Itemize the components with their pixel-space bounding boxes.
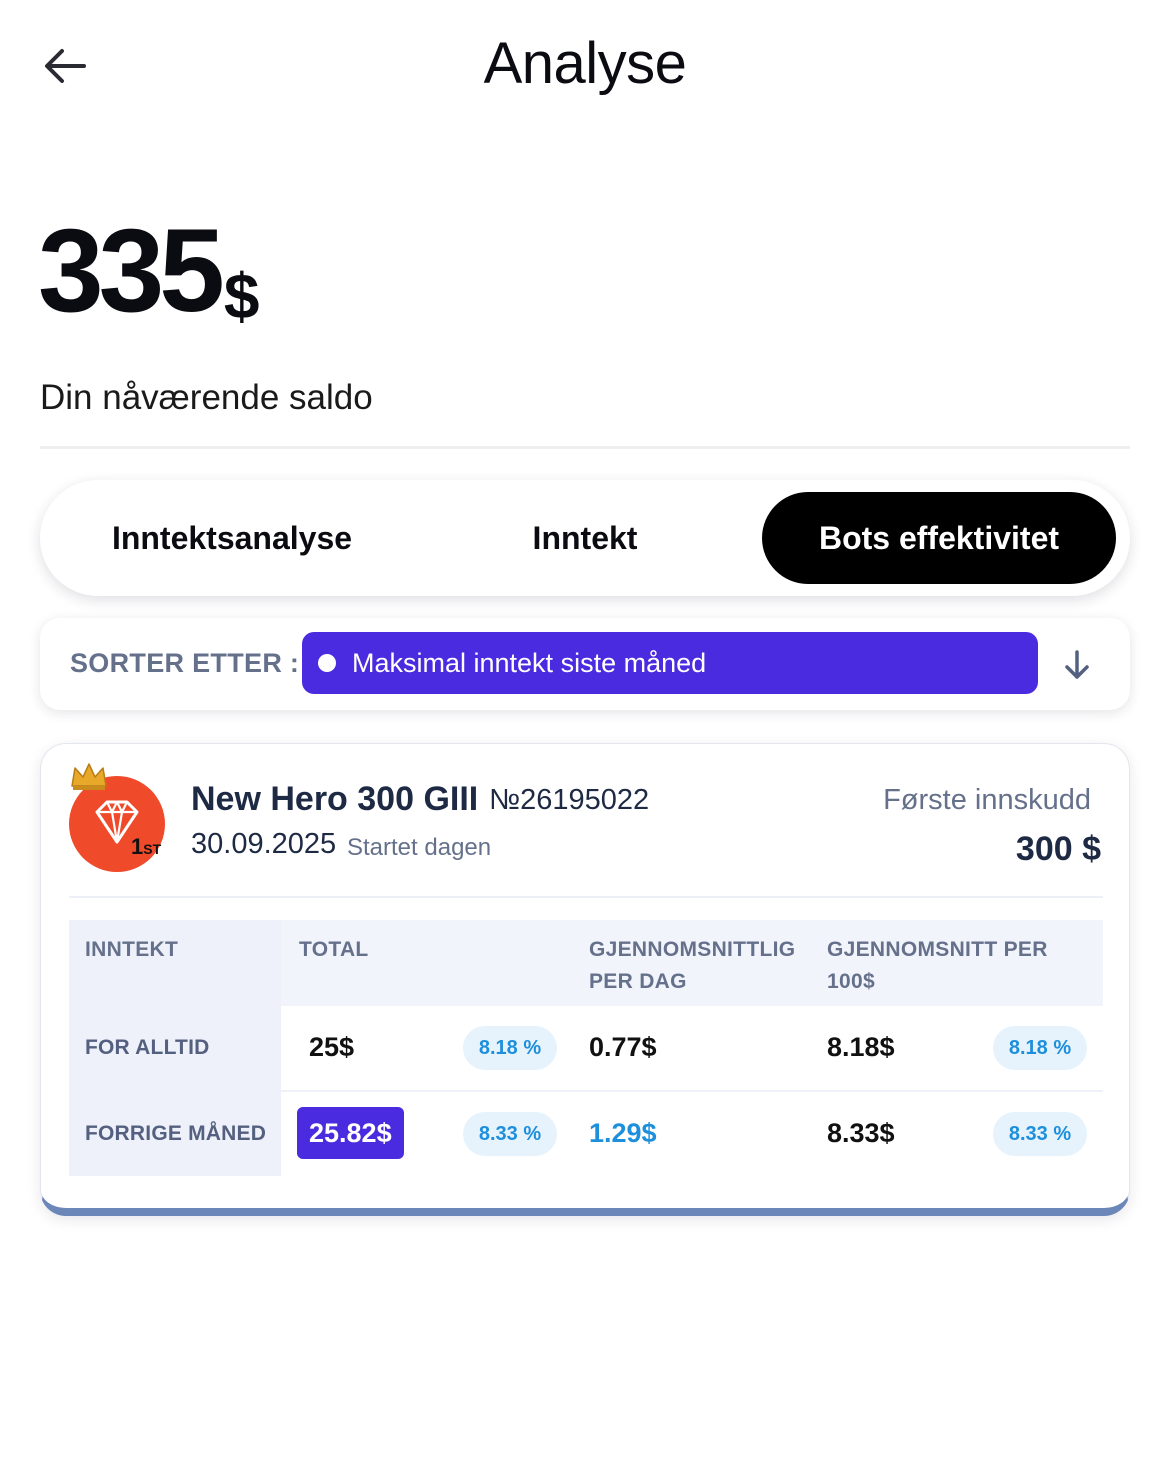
per-100-all-time: 8.18$	[827, 1032, 895, 1062]
bot-card[interactable]: 1ST New Hero 300 GIII №26195022 30.09.20…	[40, 743, 1130, 1216]
balance-currency: $	[223, 260, 260, 332]
arrow-down-icon[interactable]	[1060, 648, 1094, 682]
total-last-month: 25.82$	[297, 1107, 404, 1159]
total-pct-all-time: 8.18 %	[463, 1026, 557, 1070]
tab-bar: Inntektsanalyse Inntekt Bots effektivite…	[40, 480, 1130, 596]
balance-amount: 335 $	[38, 212, 259, 330]
total-pct-last-month: 8.33 %	[463, 1112, 557, 1156]
bot-id: №26195022	[489, 784, 650, 816]
row-divider	[281, 1090, 1103, 1092]
page-title: Analyse	[483, 31, 687, 96]
header-total: TOTAL	[299, 938, 369, 961]
per-day-last-month: 1.29$	[589, 1118, 657, 1148]
bot-started-label: Startet dagen	[347, 834, 492, 861]
tab-income[interactable]: Inntekt	[420, 492, 750, 584]
tab-bots-efficiency[interactable]: Bots effektivitet	[762, 492, 1116, 584]
balance-label: Din nåværende saldo	[40, 378, 373, 417]
row-label-all-time: FOR ALLTID	[85, 1036, 210, 1059]
sort-selected-value: Maksimal inntekt siste måned	[352, 647, 707, 678]
sort-dropdown[interactable]: Maksimal inntekt siste måned	[302, 632, 1038, 694]
card-divider	[69, 896, 1103, 898]
bot-start-date: 30.09.2025	[191, 828, 337, 860]
crown-icon	[71, 763, 107, 790]
radio-dot-icon	[318, 654, 336, 672]
header-avg-per-100: GJENNOMSNITT PER 100$	[827, 938, 1048, 993]
rank-badge: 1ST	[131, 834, 162, 859]
first-deposit-value: 300 $	[1015, 830, 1101, 868]
per-100-pct-last-month: 8.33 %	[993, 1112, 1087, 1156]
top-bar: Analyse	[0, 0, 1170, 130]
header-income: INNTEKT	[85, 938, 179, 961]
tab-income-analysis[interactable]: Inntektsanalyse	[52, 492, 412, 584]
bot-name: New Hero 300 GIII	[191, 780, 479, 818]
header-avg-per-day: GJENNOMSNITTLIG PER DAG	[589, 938, 796, 993]
divider	[40, 446, 1130, 449]
row-label-last-month: FORRIGE MÅNED	[85, 1122, 267, 1145]
sort-bar: SORTER ETTER : Maksimal inntekt siste må…	[40, 618, 1130, 710]
per-100-last-month: 8.33$	[827, 1118, 895, 1148]
per-day-all-time: 0.77$	[589, 1032, 657, 1062]
total-all-time: 25$	[309, 1032, 355, 1062]
balance-value: 335	[38, 205, 225, 337]
first-deposit-label: Første innskudd	[883, 784, 1091, 816]
sort-label: SORTER ETTER :	[70, 648, 300, 678]
per-100-pct-all-time: 8.18 %	[993, 1026, 1087, 1070]
